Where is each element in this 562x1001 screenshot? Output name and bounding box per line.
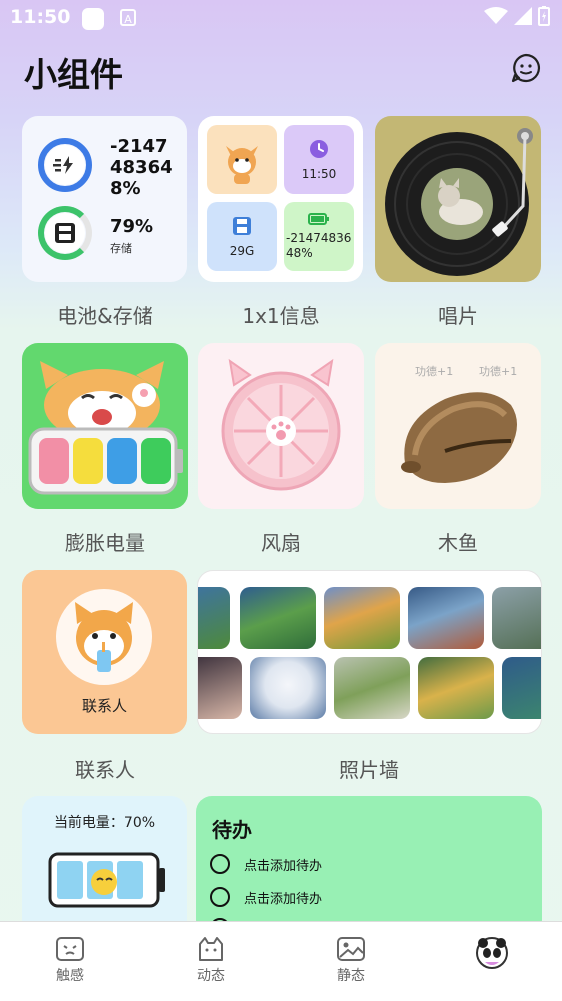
feedback-face-icon[interactable] <box>511 53 541 83</box>
battery-tile: -2147483648% <box>284 202 354 271</box>
status-a-icon: A <box>120 9 136 26</box>
status-time: 11:50 <box>10 6 71 28</box>
todo-item-text: 点击添加待办 <box>244 891 323 907</box>
inflate-battery-label: 膨胀电量 <box>65 531 145 555</box>
tab-profile[interactable] <box>422 922 562 1001</box>
todo-checkbox[interactable] <box>210 854 230 874</box>
tab-label: 静态 <box>337 968 365 984</box>
todo-item[interactable]: 点击添加待办 <box>210 887 322 907</box>
battery-value: -2147483648% <box>110 136 173 199</box>
record-widget[interactable] <box>375 116 541 282</box>
tab-dynamic[interactable]: 动态 <box>141 922 281 1001</box>
photo-thumbnail <box>502 657 541 719</box>
cat-battery-icon <box>28 361 183 495</box>
notification-icon <box>82 8 104 30</box>
panda-avatar-icon <box>476 937 508 969</box>
fan-label: 风扇 <box>261 531 301 555</box>
tab-static[interactable]: 静态 <box>281 922 421 1001</box>
info-1x1-label: 1x1信息 <box>242 304 320 328</box>
status-indicators <box>484 6 550 26</box>
storage-icon <box>55 223 75 243</box>
cat-tile <box>207 125 277 194</box>
info-time: 11:50 <box>301 166 337 181</box>
battery-status-icon <box>538 6 550 26</box>
tab-label: 动态 <box>197 968 225 984</box>
info-1x1-widget[interactable]: 11:50 29G -2147483648% <box>198 116 363 282</box>
photo-thumbnail <box>408 587 484 649</box>
contact-card-name: 联系人 <box>81 697 127 715</box>
storage-value: 79% <box>110 216 154 237</box>
bottom-tab-bar: 触感 动态 静态 <box>0 921 562 1001</box>
storage-caption: 存储 <box>110 242 132 255</box>
info-storage: 29G <box>229 243 255 258</box>
contact-avatar-icon <box>56 589 152 685</box>
cat-icon <box>226 145 258 184</box>
fan-widget[interactable] <box>198 343 364 509</box>
battery-storage-widget[interactable]: -2147483648% 79% 存储 <box>22 116 187 282</box>
time-tile: 11:50 <box>284 125 354 194</box>
todo-widget[interactable]: 待办 点击添加待办 点击添加待办 <box>196 796 542 936</box>
todo-item[interactable]: 点击添加待办 <box>210 854 322 874</box>
storage-tile: 29G <box>207 202 277 271</box>
touch-face-icon <box>56 937 84 961</box>
battery-ring <box>38 138 92 192</box>
current-battery-widget[interactable]: 当前电量：70% <box>22 796 187 936</box>
tab-label: 触感 <box>56 968 84 984</box>
photo-thumbnail <box>492 587 541 649</box>
todo-item-text: 点击添加待办 <box>244 858 323 874</box>
vinyl-record-icon <box>385 128 533 276</box>
battery-icon <box>308 212 329 225</box>
charging-icon <box>53 156 73 174</box>
tab-touch[interactable]: 触感 <box>0 922 140 1001</box>
current-battery-text: 当前电量：70% <box>53 815 156 831</box>
photo-thumbnail <box>250 657 326 719</box>
info-battery: -2147483648% <box>286 230 352 260</box>
photo-wall-widget[interactable] <box>197 570 542 734</box>
inflate-battery-widget[interactable] <box>22 343 188 509</box>
contact-widget[interactable]: 联系人 <box>22 570 187 734</box>
static-image-icon <box>337 937 365 961</box>
clock-icon <box>310 139 328 158</box>
battery-storage-label: 电池&存储 <box>57 304 153 328</box>
save-disk-icon <box>233 216 251 235</box>
wooden-fish-icon <box>401 392 517 483</box>
photo-thumbnail <box>324 587 400 649</box>
photo-thumbnail <box>240 587 316 649</box>
photo-thumbnail <box>198 657 242 719</box>
signal-icon <box>514 7 532 25</box>
todo-checkbox[interactable] <box>210 887 230 907</box>
photo-wall-label: 照片墙 <box>339 758 399 782</box>
dynamic-cat-icon <box>199 937 223 961</box>
wooden-fish-widget[interactable]: 功德+1 功德+1 <box>375 343 541 509</box>
fan-icon <box>221 358 341 491</box>
todo-title: 待办 <box>212 818 252 842</box>
contact-label: 联系人 <box>75 758 135 782</box>
page-title: 小组件 <box>24 55 123 94</box>
wooden-fish-label: 木鱼 <box>438 531 478 555</box>
wifi-icon <box>484 7 508 24</box>
record-label: 唱片 <box>438 304 478 328</box>
storage-ring <box>38 206 92 260</box>
photo-thumbnail <box>334 657 410 719</box>
battery-gauge-icon <box>48 852 165 908</box>
photo-thumbnail <box>418 657 494 719</box>
photo-thumbnail <box>198 587 230 649</box>
